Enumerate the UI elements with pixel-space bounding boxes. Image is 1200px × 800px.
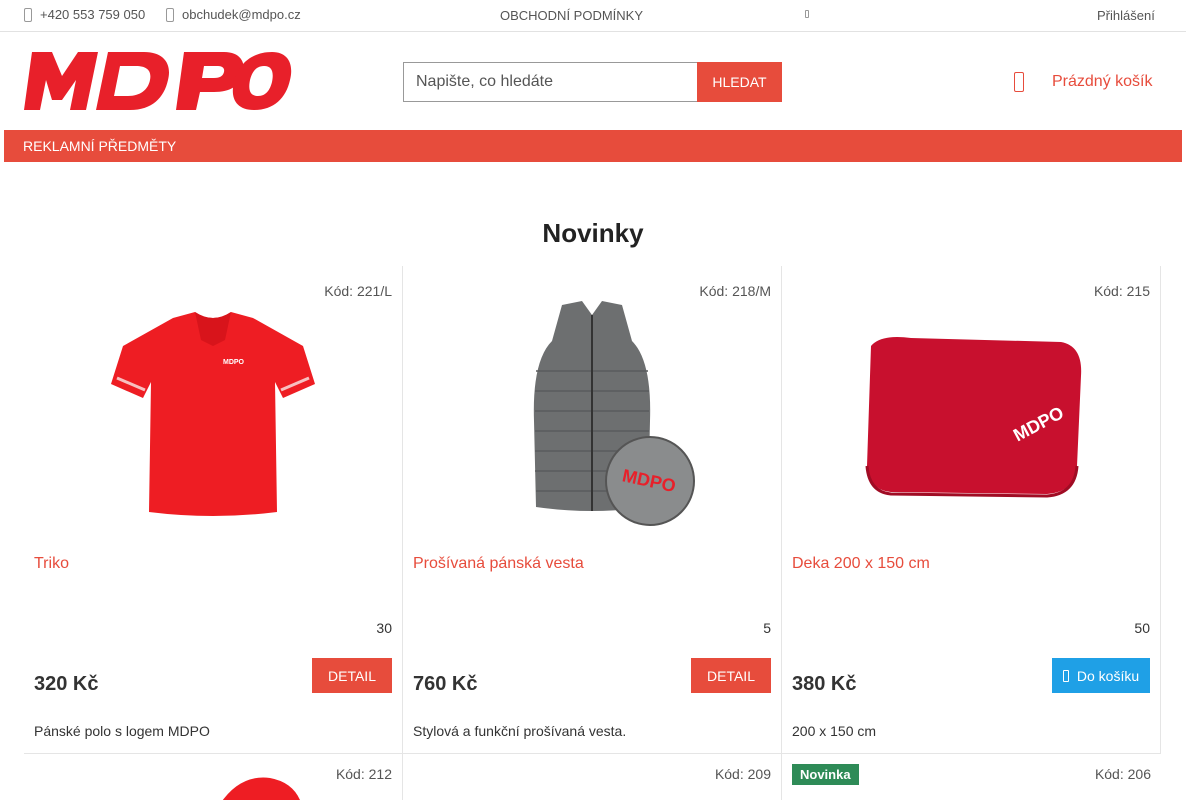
product-image[interactable]: MDPO	[403, 296, 781, 536]
phone-number: +420 553 759 050	[40, 7, 146, 22]
cart-icon	[1014, 72, 1024, 92]
product-price: 380 Kč	[792, 673, 857, 695]
product-name[interactable]: Deka 200 x 150 cm	[792, 555, 930, 573]
product-stock: 5	[763, 620, 771, 636]
mdpo-logo	[24, 52, 292, 110]
product-description: 200 x 150 cm	[792, 723, 877, 739]
main-nav: REKLAMNÍ PŘEDMĚTY	[4, 130, 1182, 162]
product-image[interactable]: MDPO	[782, 296, 1160, 536]
terms-link[interactable]: OBCHODNÍ PODMÍNKY	[500, 8, 643, 23]
red-blanket-icon: MDPO	[865, 337, 1082, 498]
menu-icon[interactable]	[805, 10, 809, 18]
product-card: Kód: 209	[403, 754, 782, 800]
product-stock: 30	[376, 620, 392, 636]
grey-quilted-vest-icon: MDPO	[533, 301, 695, 526]
product-name[interactable]: Triko	[34, 555, 69, 573]
add-to-cart-button[interactable]: Do košíku	[1052, 658, 1150, 693]
product-code: Kód: 209	[714, 766, 771, 782]
svg-text:MDPO: MDPO	[223, 359, 245, 366]
product-card: Kód: 215 MDPO Deka 200 x 150 cm 50 380 K…	[782, 266, 1161, 754]
cart-link[interactable]: Prázdný košík	[1014, 72, 1152, 92]
product-code: Kód: 212	[335, 766, 392, 782]
product-card: Kód: 212	[24, 754, 403, 800]
search-input[interactable]	[403, 62, 697, 102]
detail-button[interactable]: DETAIL	[691, 658, 771, 693]
top-bar: +420 553 759 050 obchudek@mdpo.cz OBCHOD…	[0, 0, 1186, 32]
phone-icon	[24, 7, 32, 22]
product-code: Kód: 206	[1094, 766, 1151, 782]
email-contact[interactable]: obchudek@mdpo.cz	[166, 7, 301, 22]
section-title: Novinky	[542, 218, 644, 248]
product-image[interactable]: MDPO	[24, 296, 402, 536]
product-card: Novinka Kód: 206	[782, 754, 1161, 800]
product-card: Kód: 221/L MDPO Triko 30 320 Kč DETAIL P…	[24, 266, 403, 754]
red-polo-shirt-icon: MDPO	[111, 312, 315, 516]
add-to-cart-label: Do košíku	[1076, 667, 1140, 684]
search-button[interactable]: HLEDAT	[697, 62, 782, 102]
product-card: Kód: 218/M MDPO Prošívaná pánská vesta 5…	[403, 266, 782, 754]
product-description: Pánské polo s logem MDPO	[34, 723, 210, 739]
phone-contact[interactable]: +420 553 759 050	[24, 7, 145, 22]
product-name[interactable]: Prošívaná pánská vesta	[413, 555, 584, 573]
search-form: HLEDAT	[403, 62, 782, 102]
product-price: 760 Kč	[413, 673, 478, 695]
product-description: Stylová a funkční prošívaná vesta.	[413, 723, 627, 739]
product-stock: 50	[1134, 620, 1150, 636]
cart-label: Prázdný košík	[1052, 73, 1153, 90]
nav-item-promo-items[interactable]: REKLAMNÍ PŘEDMĚTY	[23, 138, 176, 154]
envelope-icon	[166, 7, 174, 22]
product-image[interactable]	[220, 774, 300, 800]
site-logo[interactable]	[24, 52, 292, 110]
new-badge: Novinka	[792, 764, 859, 785]
product-price: 320 Kč	[34, 673, 99, 695]
shopping-bag-icon	[1062, 669, 1069, 682]
login-link[interactable]: Přihlášení	[1097, 8, 1155, 23]
detail-button[interactable]: DETAIL	[312, 658, 392, 693]
email-address: obchudek@mdpo.cz	[182, 7, 301, 22]
